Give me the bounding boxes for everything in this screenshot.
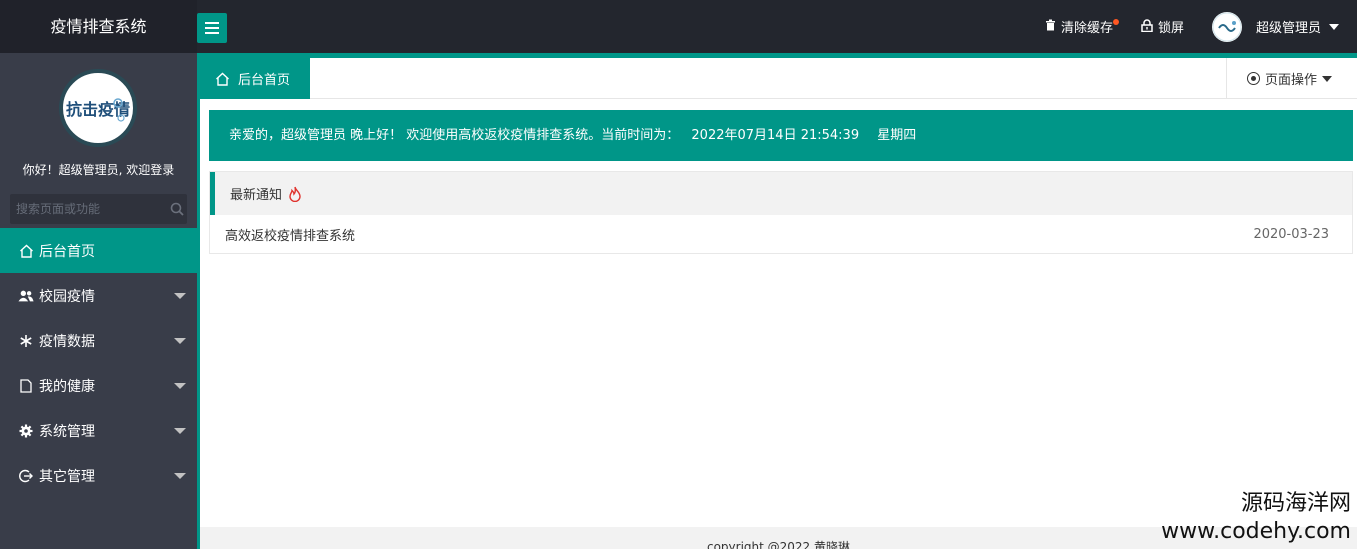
welcome-banner: 亲爱的，超级管理员 晚上好！ 欢迎使用高校返校疫情排查系统。当前时间为： 202…	[209, 110, 1353, 161]
tab-home[interactable]: 后台首页	[200, 58, 310, 99]
search-input[interactable]	[10, 194, 166, 224]
page-operations-label: 页面操作	[1265, 73, 1318, 88]
chevron-down-icon	[174, 473, 186, 479]
sidebar-item-label: 其它管理	[39, 468, 95, 485]
user-name: 超级管理员	[1255, 21, 1321, 36]
search-icon[interactable]	[166, 194, 187, 224]
snowflake-icon	[18, 334, 34, 348]
page-operations-button[interactable]: 页面操作	[1226, 58, 1357, 99]
sidebar-item-system-management[interactable]: 系统管理	[0, 408, 197, 453]
users-icon	[18, 289, 34, 303]
exit-icon	[18, 469, 34, 483]
chevron-down-icon	[174, 428, 186, 434]
sidebar-item-label: 系统管理	[39, 423, 95, 440]
chevron-down-icon	[1322, 75, 1333, 82]
trash-icon	[1045, 19, 1056, 34]
current-datetime: 2022年07月14日 21:54:39	[691, 128, 860, 143]
file-icon	[18, 378, 34, 393]
watermark-line2: www.codehy.com	[1161, 519, 1351, 544]
current-weekday: 星期四	[877, 128, 917, 143]
home-icon	[18, 244, 34, 258]
clear-cache-button[interactable]: 清除缓存	[1031, 0, 1127, 53]
notice-item[interactable]: 高效返校疫情排查系统 2020-03-23	[210, 215, 1352, 254]
sidebar-item-label: 疫情数据	[39, 333, 95, 350]
menu-toggle-button[interactable]	[197, 13, 227, 43]
lock-icon	[1141, 18, 1153, 35]
logo-text: 抗击疫情	[66, 100, 130, 119]
sidebar-accent-edge	[197, 58, 200, 549]
chevron-down-icon	[174, 338, 186, 344]
lock-screen-button[interactable]: 锁屏	[1127, 0, 1198, 53]
target-icon	[1247, 72, 1260, 85]
clear-cache-label: 清除缓存	[1060, 21, 1113, 36]
greeting-text: 你好！超级管理员, 欢迎登录	[22, 163, 175, 177]
home-icon	[215, 72, 230, 86]
tab-bar: 后台首页 页面操作	[200, 58, 1357, 99]
sidebar-item-label: 我的健康	[39, 378, 95, 395]
watermark-line1: 源码海洋网	[1240, 491, 1351, 516]
notice-item-title: 高效返校疫情排查系统	[225, 229, 356, 244]
sidebar-logo: 抗击疫情	[59, 69, 137, 147]
sidebar-item-home[interactable]: 后台首页	[0, 228, 197, 273]
sidebar-item-campus-epidemic[interactable]: 校园疫情	[0, 273, 197, 318]
hamburger-icon	[205, 27, 219, 29]
gear-icon	[18, 424, 34, 438]
sidebar: 抗击疫情 你好！超级管理员, 欢迎登录 后台首页 校园疫情	[0, 53, 197, 549]
chevron-down-icon	[174, 293, 186, 299]
tab-home-label: 后台首页	[238, 73, 291, 88]
app-brand: 疫情排查系统	[0, 0, 197, 53]
watermark: 源码海洋网 www.codehy.com	[1137, 490, 1357, 546]
notice-header: 最新通知	[210, 172, 1352, 215]
copyright-text: copyright @2022 黄晓琳	[706, 540, 851, 549]
user-avatar	[1211, 11, 1242, 42]
sidebar-item-label: 后台首页	[39, 243, 95, 260]
notice-item-date: 2020-03-23	[1253, 227, 1329, 242]
sidebar-nav: 后台首页 校园疫情 疫情数据 我的健康 系统管理 其它管理	[0, 228, 197, 498]
chevron-down-icon	[174, 383, 186, 389]
notice-panel: 最新通知 高效返校疫情排查系统 2020-03-23	[209, 171, 1353, 254]
sidebar-item-my-health[interactable]: 我的健康	[0, 363, 197, 408]
notice-title: 最新通知	[230, 188, 283, 203]
welcome-text: 亲爱的，超级管理员 晚上好！ 欢迎使用高校返校疫情排查系统。当前时间为：	[229, 128, 680, 143]
sidebar-search	[10, 194, 187, 224]
notification-dot	[1112, 19, 1119, 25]
header-actions: 清除缓存 锁屏 超级管理员	[1031, 0, 1357, 53]
top-header: 疫情排查系统 清除缓存 锁屏 超级管理员	[0, 0, 1357, 53]
sidebar-item-label: 校园疫情	[39, 288, 95, 305]
sidebar-item-epidemic-data[interactable]: 疫情数据	[0, 318, 197, 363]
fire-icon	[288, 186, 302, 202]
chevron-down-icon	[1329, 23, 1339, 30]
logo-image: 抗击疫情	[64, 74, 132, 142]
sidebar-item-other-management[interactable]: 其它管理	[0, 453, 197, 498]
user-menu[interactable]: 超级管理员	[1198, 0, 1357, 53]
lock-screen-label: 锁屏	[1157, 21, 1184, 36]
